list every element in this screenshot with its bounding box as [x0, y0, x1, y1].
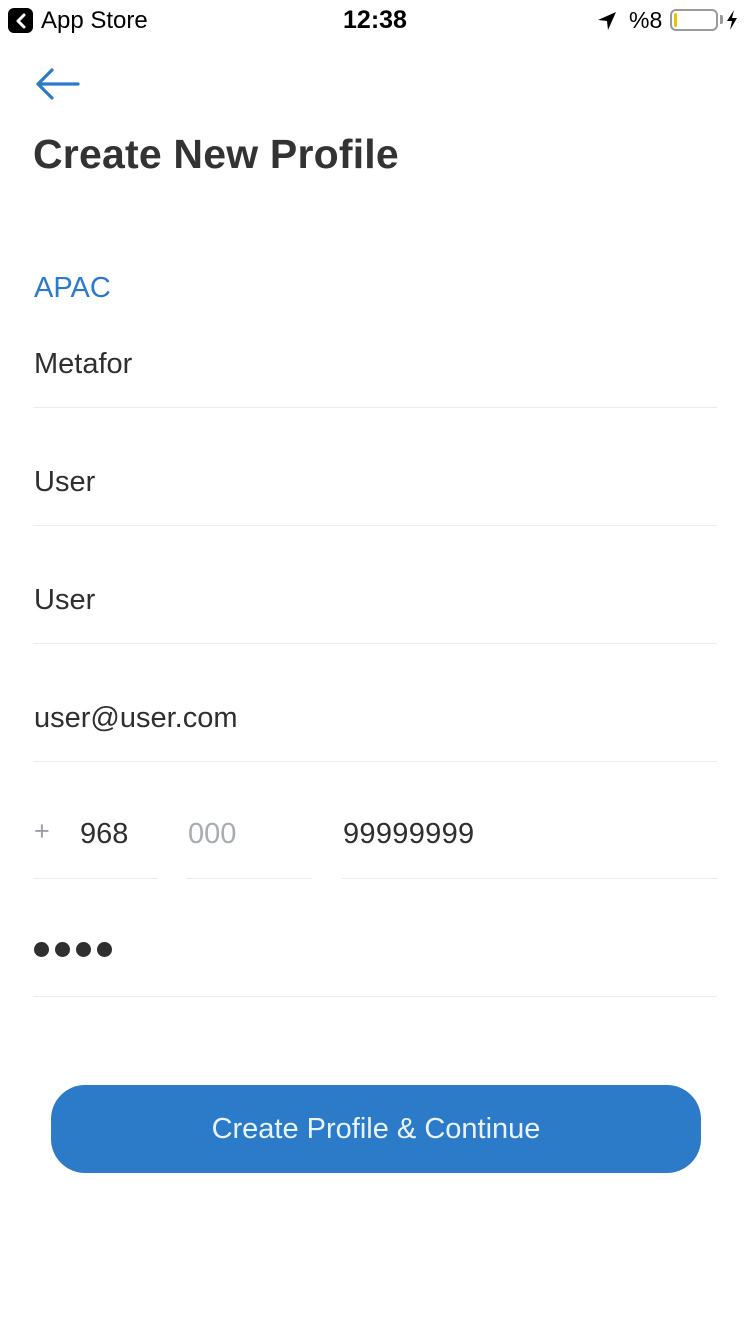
phone-number-field[interactable]: 99999999	[342, 818, 718, 879]
password-dot	[76, 942, 91, 957]
phone-number-value[interactable]: 99999999	[343, 818, 474, 851]
email-field[interactable]: user@user.com	[33, 702, 717, 762]
area-code-placeholder[interactable]: 000	[188, 818, 236, 851]
last-name-field[interactable]: User	[33, 584, 717, 644]
battery-level	[674, 13, 677, 27]
create-profile-button[interactable]: Create Profile & Continue	[51, 1085, 701, 1173]
page-title: Create New Profile	[33, 131, 399, 177]
email-value[interactable]: user@user.com	[34, 702, 238, 735]
charging-bolt-icon	[726, 9, 738, 36]
plus-sign: +	[34, 816, 50, 846]
arrow-left-icon	[36, 68, 80, 100]
region-selector[interactable]: APAC	[34, 272, 111, 305]
company-field[interactable]: Metafor	[33, 348, 717, 408]
location-arrow-icon	[596, 10, 618, 37]
password-dot	[97, 942, 112, 957]
password-dots[interactable]	[34, 942, 112, 957]
battery-percent: %8	[629, 7, 663, 33]
area-code-field[interactable]: 000	[186, 818, 312, 879]
status-bar: App Store 12:38 %8	[0, 0, 750, 40]
company-value[interactable]: Metafor	[34, 348, 132, 381]
password-dot	[55, 942, 70, 957]
battery-icon	[670, 9, 718, 31]
country-code-value[interactable]: 968	[80, 818, 128, 851]
back-button[interactable]	[34, 64, 82, 104]
password-dot	[34, 942, 49, 957]
last-name-value[interactable]: User	[34, 584, 95, 617]
first-name-field[interactable]: User	[33, 466, 717, 526]
battery-nub	[720, 15, 723, 24]
first-name-value[interactable]: User	[34, 466, 95, 499]
country-code-field[interactable]: + 968	[33, 816, 158, 879]
password-field[interactable]	[33, 934, 717, 997]
